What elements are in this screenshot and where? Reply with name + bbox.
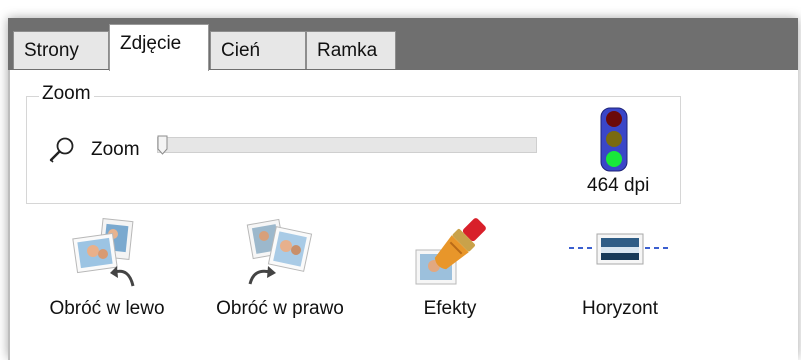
action-label: Efekty — [423, 298, 477, 319]
tab-label: Zdjęcie — [120, 33, 182, 54]
tab-ramka[interactable]: Ramka — [306, 31, 396, 69]
tab-zdjecie[interactable]: Zdjęcie — [109, 24, 209, 71]
zoom-group-title: Zoom — [39, 83, 94, 105]
tab-strip: Strony Zdjęcie Cień Ramka — [8, 18, 798, 71]
tab-content: Zoom Zoom 464 dpi Obróć w lewo Obróć w p… — [8, 70, 798, 360]
rotate-right-icon — [246, 218, 313, 285]
tab-cien[interactable]: Cień — [210, 31, 306, 69]
zoom-slider-thumb[interactable] — [157, 135, 168, 155]
tab-label: Strony — [24, 40, 79, 61]
rotate-left-icon — [72, 218, 135, 287]
tab-label: Ramka — [317, 40, 378, 61]
rotate-right-button[interactable]: Obróć w prawo — [195, 218, 365, 338]
action-label: Obróć w prawo — [216, 298, 344, 319]
action-label: Horyzont — [581, 298, 659, 319]
toolbar-panel: Strony Zdjęcie Cień Ramka Zoom Zoom 464 … — [8, 18, 798, 360]
action-label: Obróć w lewo — [49, 298, 165, 319]
effects-brush-icon — [415, 218, 486, 285]
horizon-button[interactable]: Horyzont — [550, 218, 690, 338]
rotate-left-button[interactable]: Obróć w lewo — [32, 218, 182, 338]
traffic-light-icon — [600, 107, 628, 172]
effects-button[interactable]: Efekty — [390, 218, 510, 338]
tab-strony[interactable]: Strony — [13, 31, 109, 69]
tab-label: Cień — [221, 40, 261, 61]
magnifier-icon — [49, 137, 74, 163]
zoom-group: Zoom Zoom 464 dpi — [26, 83, 681, 204]
zoom-slider[interactable] — [157, 137, 537, 153]
horizon-icon — [569, 233, 671, 265]
dpi-readout: 464 dpi — [587, 175, 650, 196]
zoom-label: Zoom — [91, 139, 140, 160]
